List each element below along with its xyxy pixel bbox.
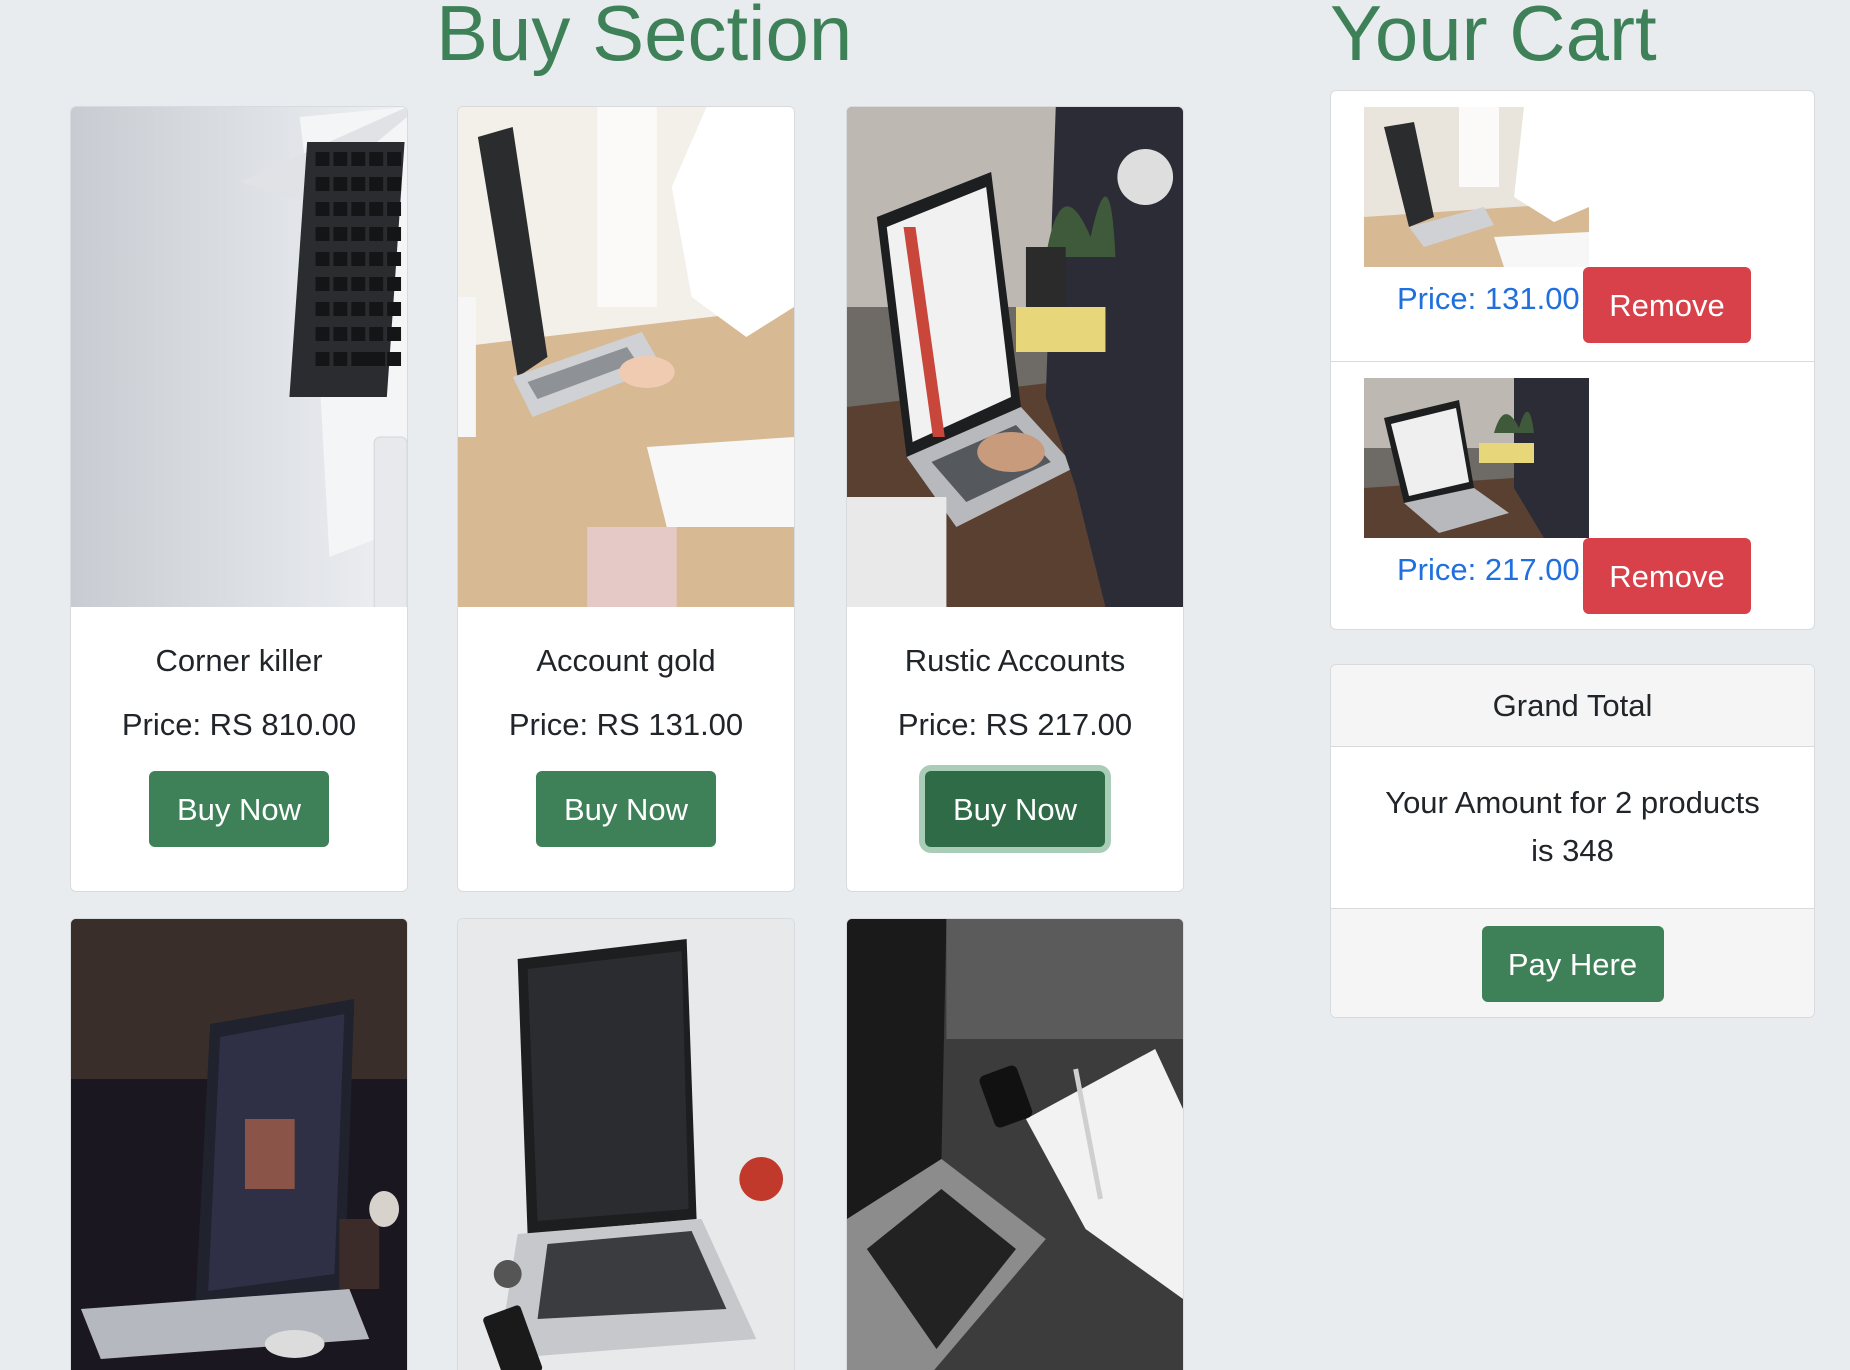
cart-item-price: Price: 217.00 [1397,552,1580,587]
grand-total-footer: Pay Here [1331,909,1814,1017]
product-title: Account gold [536,643,716,678]
buy-section-heading: Buy Section [436,0,853,77]
product-price: Price: RS 217.00 [897,707,1133,742]
remove-button[interactable]: Remove [1583,267,1751,343]
buy-now-button[interactable]: Buy Now [536,771,716,847]
cart-item-price: Price: 131.00 [1397,281,1580,316]
product-price: Price: RS 131.00 [508,707,744,742]
product-card: Corner killer Price: RS 810.00 Buy Now [70,106,408,892]
buy-now-button[interactable]: Buy Now [149,771,329,847]
product-card [846,918,1184,1370]
product-image-laptop-white [458,919,794,1370]
grand-total-card: Grand Total Your Amount for 2 products i… [1330,664,1815,1018]
product-card [457,918,795,1370]
cart-heading: Your Cart [1330,0,1657,77]
product-image-laptop-keyboard [71,107,407,607]
grand-total-line: Your Amount for 2 products [1385,785,1760,820]
grand-total-amount: is 348 [1531,833,1614,868]
remove-button[interactable]: Remove [1583,538,1751,614]
product-image-laptop-dark [71,919,407,1370]
cart-item: Price: 217.00 Remove [1331,361,1814,631]
cart-list: Price: 131.00 Remove Price: 217.00 Remov… [1330,90,1815,630]
grand-total-header: Grand Total [1331,665,1814,747]
cart-item: Price: 131.00 Remove [1331,91,1814,361]
product-card: Account gold Price: RS 131.00 Buy Now [457,106,795,892]
product-image-laptop-working [847,107,1183,607]
product-price: Price: RS 810.00 [121,707,357,742]
pay-here-button[interactable]: Pay Here [1481,926,1664,1002]
product-card: Rustic Accounts Price: RS 217.00 Buy Now [846,106,1184,892]
product-image-laptop-notebook [847,919,1183,1370]
product-title: Corner killer [155,643,323,678]
product-title: Rustic Accounts [904,643,1126,678]
buy-now-button[interactable]: Buy Now [925,771,1105,847]
product-image-laptop-desk [458,107,794,607]
cart-item-image [1364,378,1589,538]
cart-item-image [1364,107,1589,267]
grand-total-summary: Your Amount for 2 products is 348 [1331,747,1814,909]
product-card [70,918,408,1370]
